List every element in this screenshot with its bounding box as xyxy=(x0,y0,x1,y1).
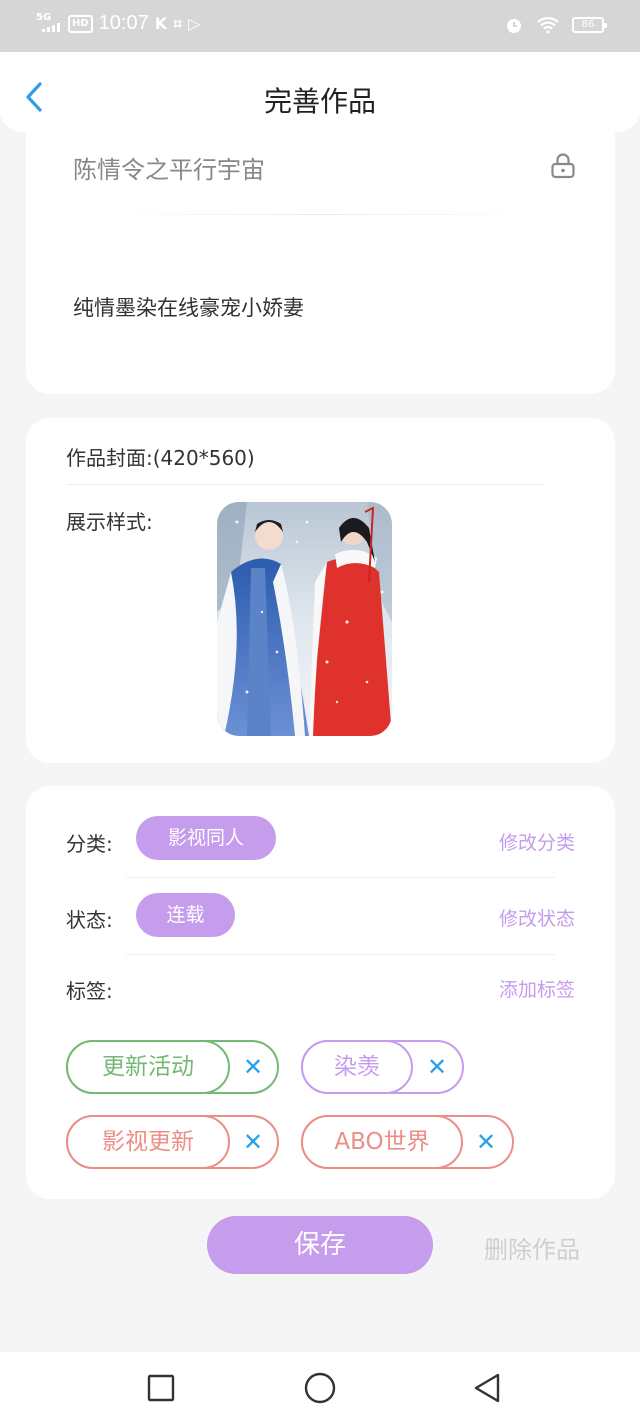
remove-tag-icon[interactable]: ✕ xyxy=(241,1129,265,1155)
wifi-icon xyxy=(537,17,559,34)
status-time: 10:07 xyxy=(98,12,149,34)
top-bar: 完善作品 xyxy=(0,52,640,132)
screenshot-notification-icon: ⌗ xyxy=(173,13,183,33)
cover-card: 作品封面:(420*560) 展示样式: xyxy=(26,418,615,763)
remove-tag-icon[interactable]: ✕ xyxy=(241,1054,265,1080)
remove-tag-icon[interactable]: ✕ xyxy=(474,1129,498,1155)
category-divider xyxy=(126,877,555,878)
cover-divider xyxy=(66,484,545,485)
battery-icon: 86 xyxy=(572,17,607,33)
work-info-card: 陈情令之平行宇宙 纯情墨染在线豪宠小娇妻 xyxy=(26,132,615,394)
work-description[interactable]: 纯情墨染在线豪宠小娇妻 xyxy=(73,292,304,322)
status-divider xyxy=(126,954,555,955)
status-label: 状态: xyxy=(66,908,113,932)
recent-apps-icon[interactable] xyxy=(147,1374,175,1402)
signal-icon: 5G xyxy=(36,12,62,35)
hd-badge: HD xyxy=(68,14,93,33)
video-notification-icon: ▷ xyxy=(188,14,201,33)
tag-label: 染羡 xyxy=(301,1040,413,1094)
delete-work-link[interactable]: 删除作品 xyxy=(484,1230,580,1265)
tag-item: 染羡 ✕ xyxy=(301,1040,464,1094)
work-title: 陈情令之平行宇宙 xyxy=(73,156,265,184)
app-notification-icon: K xyxy=(154,14,168,33)
edit-status-link[interactable]: 修改状态 xyxy=(499,904,575,931)
status-pill: 连载 xyxy=(136,893,235,937)
save-button[interactable]: 保存 xyxy=(207,1216,433,1274)
alarm-icon xyxy=(507,19,521,33)
status-bar: 5G HD 10:07 K ⌗ ▷ 86 xyxy=(0,0,640,52)
tag-label: 更新活动 xyxy=(66,1040,230,1094)
back-nav-icon[interactable] xyxy=(472,1372,502,1404)
category-label: 分类: xyxy=(66,832,113,856)
tag-label: ABO世界 xyxy=(301,1115,463,1169)
meta-card: 分类: 影视同人 修改分类 状态: 连载 修改状态 标签: 添加标签 更新活动 … xyxy=(26,786,615,1199)
home-icon[interactable] xyxy=(304,1372,336,1404)
add-tag-link[interactable]: 添加标签 xyxy=(499,975,575,1002)
tags-label: 标签: xyxy=(66,979,113,1003)
edit-category-link[interactable]: 修改分类 xyxy=(499,828,575,855)
system-nav-bar xyxy=(0,1352,640,1427)
cover-image[interactable] xyxy=(217,502,392,736)
remove-tag-icon[interactable]: ✕ xyxy=(425,1054,449,1080)
tag-item: 影视更新 ✕ xyxy=(66,1115,279,1169)
tag-item: 更新活动 ✕ xyxy=(66,1040,279,1094)
display-style-label: 展示样式: xyxy=(66,510,153,534)
lock-icon[interactable] xyxy=(550,152,576,180)
page-title: 完善作品 xyxy=(263,85,376,118)
category-pill: 影视同人 xyxy=(136,816,276,860)
title-divider xyxy=(96,214,545,215)
cover-label: 作品封面:(420*560) xyxy=(66,446,255,470)
tag-label: 影视更新 xyxy=(66,1115,230,1169)
tag-item: ABO世界 ✕ xyxy=(301,1115,514,1169)
